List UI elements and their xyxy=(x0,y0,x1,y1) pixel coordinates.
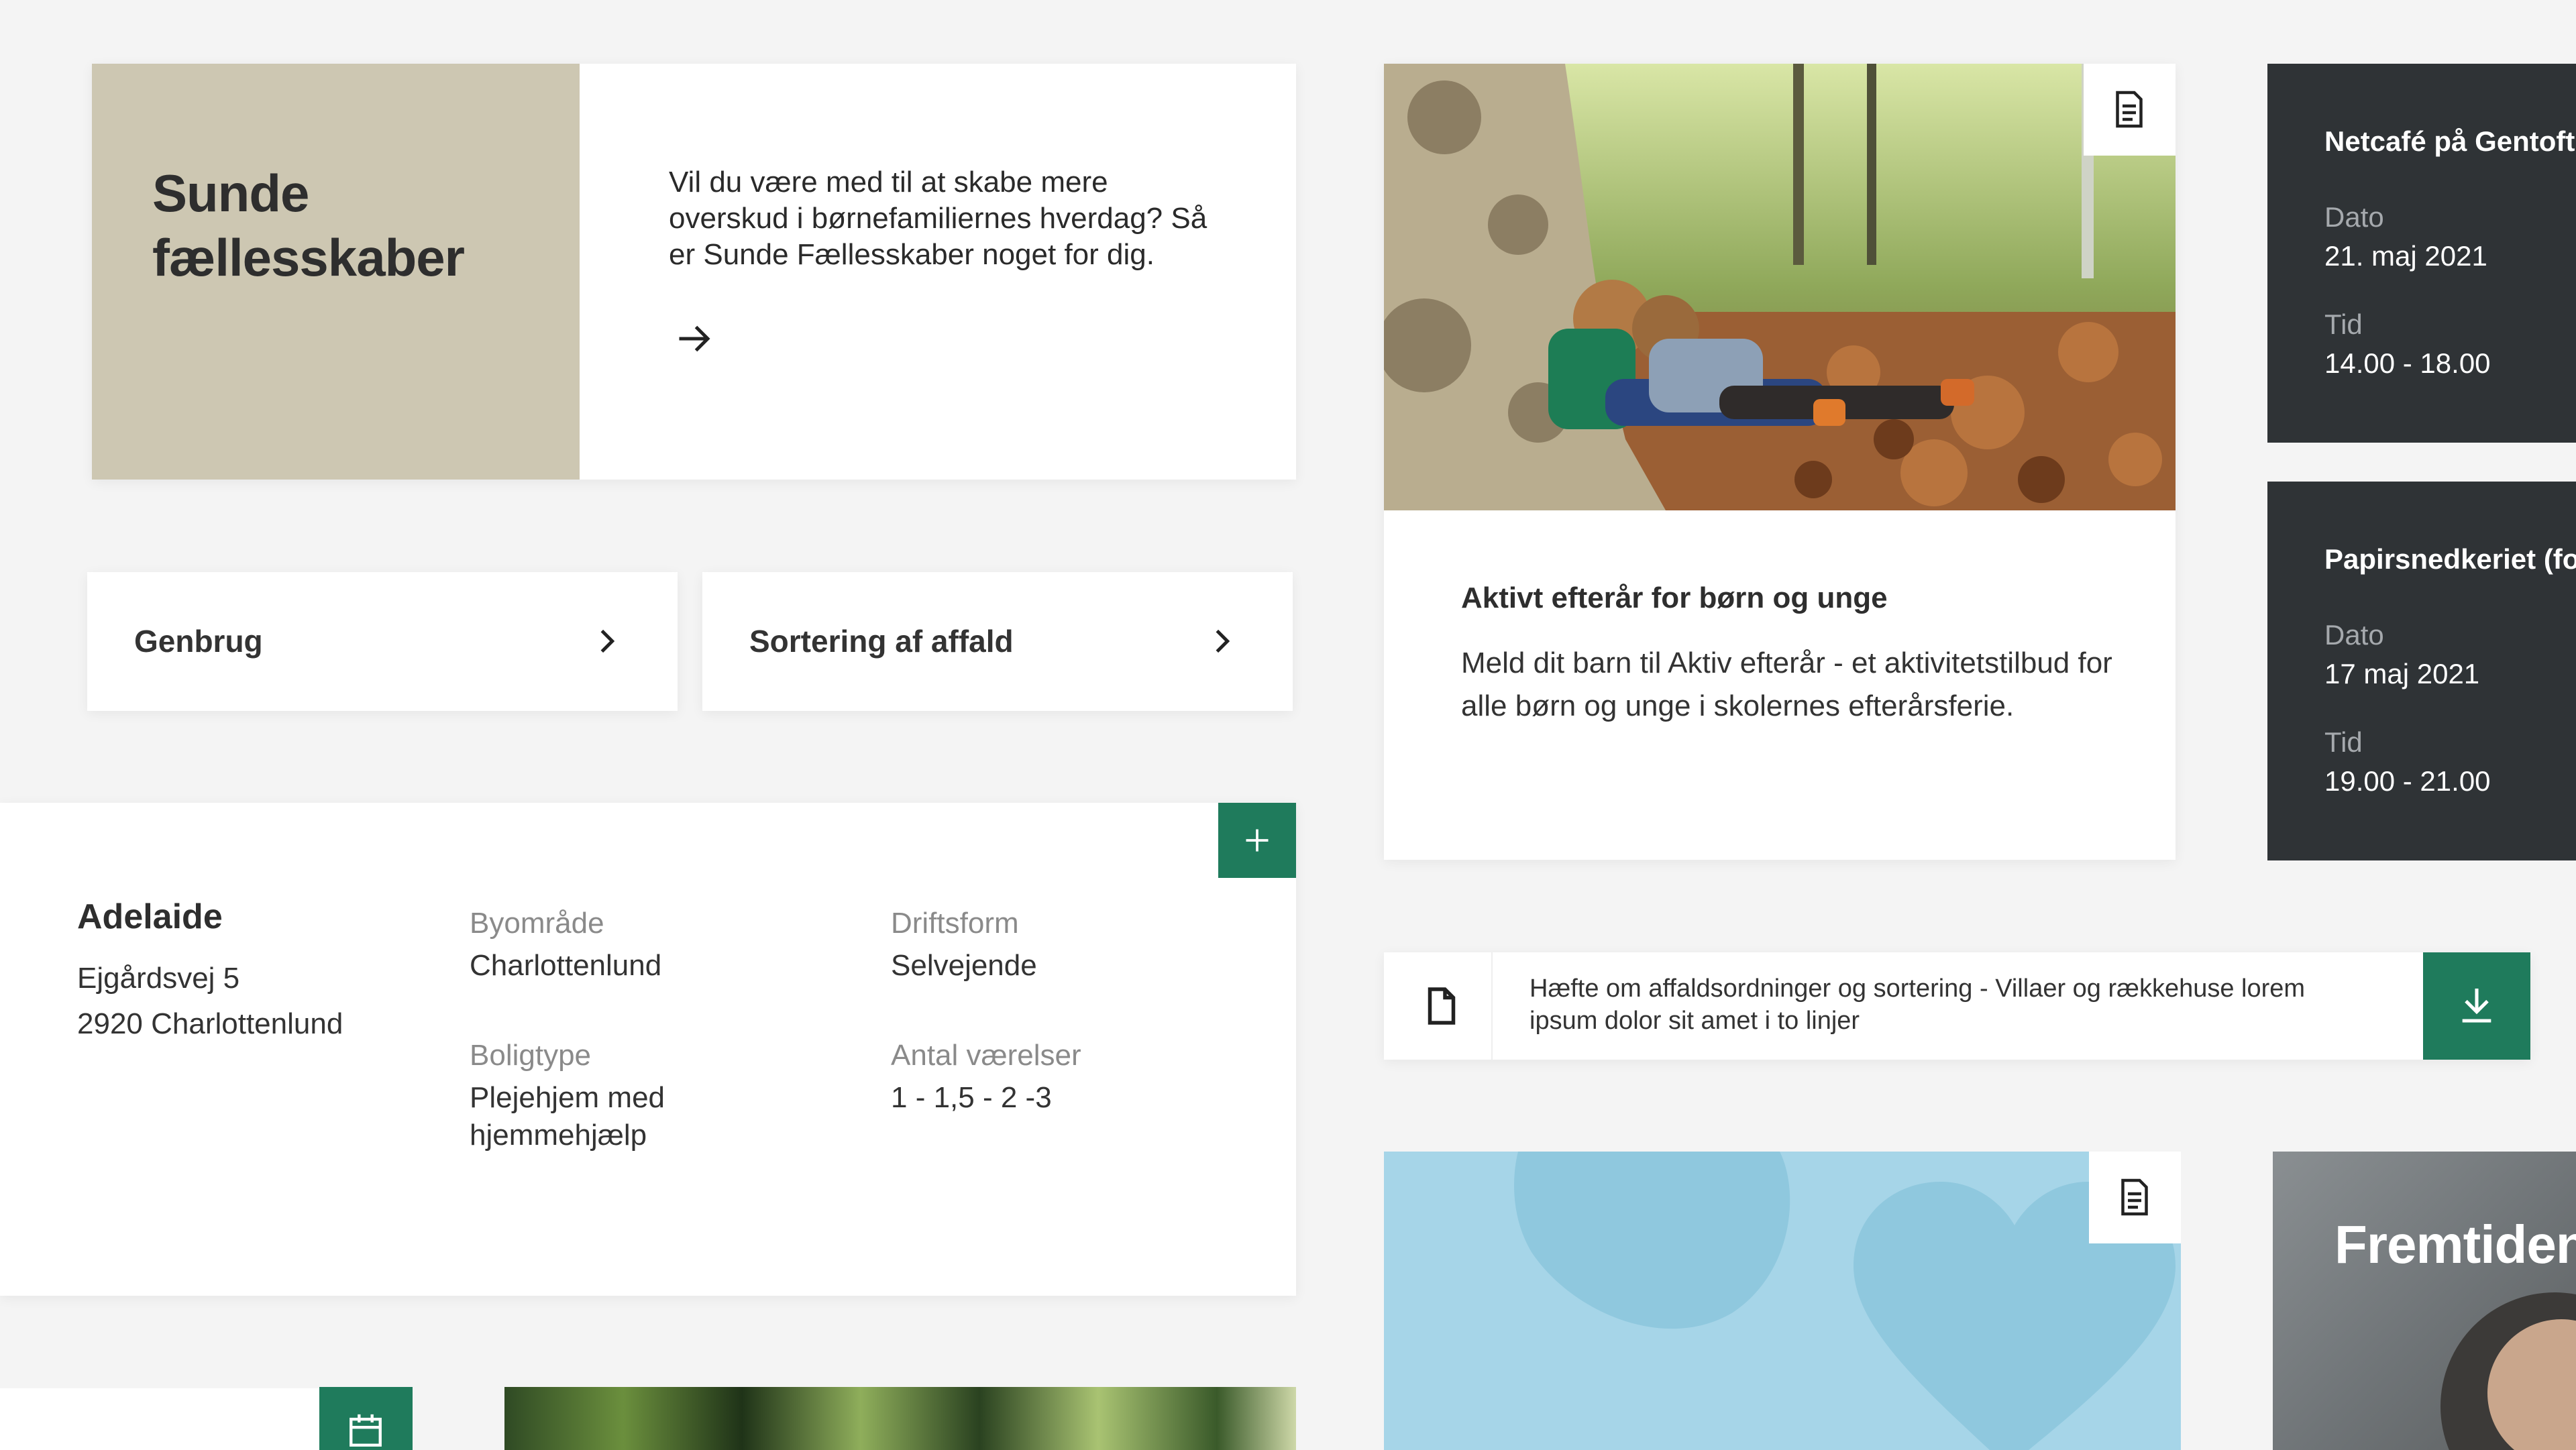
add-button[interactable] xyxy=(1218,803,1296,878)
link-card-sortering[interactable]: Sortering af affald xyxy=(702,572,1293,711)
heart-illustration xyxy=(1514,1152,2176,1450)
fremtidens-transport-card[interactable]: Fremtidens transport xyxy=(2273,1152,2576,1450)
driftsform-label: Driftsform xyxy=(891,907,1019,940)
aktivt-title: Aktivt efterår for børn og unge xyxy=(1461,581,1888,614)
event-date-label: Dato xyxy=(2324,201,2384,233)
boligtype-label: Boligtype xyxy=(470,1039,592,1072)
children-autumn-image xyxy=(1384,64,2176,510)
event-time: 14.00 - 18.00 xyxy=(2324,347,2491,379)
event-date-label: Dato xyxy=(2324,619,2384,651)
event-title: Netcafé på Gentofte Hovedbibliotek xyxy=(2324,125,2576,157)
event-time: 19.00 - 21.00 xyxy=(2324,765,2491,797)
byomraade-label: Byområde xyxy=(470,907,604,940)
document-icon xyxy=(2121,1178,2148,1216)
adelaide-city: 2920 Charlottenlund xyxy=(77,1007,343,1040)
divider xyxy=(1491,952,1493,1060)
blue-illustration-card[interactable] xyxy=(1384,1152,2181,1450)
download-button[interactable] xyxy=(2423,952,2530,1060)
fremtidens-title: Fremtidens transport xyxy=(2334,1215,2576,1274)
vaerelser-label: Antal værelser xyxy=(891,1039,1081,1072)
calendar-badge xyxy=(319,1387,413,1450)
sunde-color-panel: Sunde fællesskaber xyxy=(92,64,580,480)
sunde-title: Sunde fællesskaber xyxy=(152,164,465,287)
link-card-genbrug[interactable]: Genbrug xyxy=(87,572,678,711)
link-label: Sortering af affald xyxy=(749,624,1014,659)
event-card-papirsnedkeriet[interactable]: Papirsnedkeriet (for børn) Dato 17 maj 2… xyxy=(2267,482,2576,860)
download-description: Hæfte om affaldsordninger og sortering -… xyxy=(1529,974,2306,1035)
event-time-label: Tid xyxy=(2324,309,2363,340)
adelaide-card: Adelaide Ejgårdsvej 5 2920 Charlottenlun… xyxy=(0,803,1296,1296)
vaerelser-value: 1 - 1,5 - 2 -3 xyxy=(891,1081,1052,1114)
download-row[interactable]: Hæfte om affaldsordninger og sortering -… xyxy=(1384,952,2530,1060)
adelaide-street: Ejgårdsvej 5 xyxy=(77,962,240,995)
chevron-right-icon xyxy=(1207,626,1238,657)
byomraade-value: Charlottenlund xyxy=(470,949,662,982)
aktivt-efteraar-card[interactable]: Aktivt efterår for børn og unge Meld dit… xyxy=(1384,64,2176,860)
document-icon xyxy=(2116,91,2143,128)
event-time-label: Tid xyxy=(2324,726,2363,758)
event-date: 21. maj 2021 xyxy=(2324,240,2487,272)
document-badge xyxy=(2089,1152,2181,1243)
event-title: Papirsnedkeriet (for børn) xyxy=(2324,543,2576,575)
sunde-faellesskaber-card[interactable]: Sunde fællesskaber Vil du være med til a… xyxy=(92,64,1296,480)
link-label: Genbrug xyxy=(134,624,263,659)
adelaide-name: Adelaide xyxy=(77,897,223,936)
boligtype-value: Plejehjem med hjemmehjælp xyxy=(470,1081,665,1152)
forest-image[interactable] xyxy=(504,1387,1296,1450)
event-card-netcafe[interactable]: Netcafé på Gentofte Hovedbibliotek Dato … xyxy=(2267,64,2576,443)
file-icon xyxy=(1424,986,1459,1026)
person-photo xyxy=(2440,1292,2576,1450)
download-icon xyxy=(2462,989,2491,1023)
chevron-right-icon xyxy=(592,626,623,657)
sunde-description: Vil du være med til at skabe mere oversk… xyxy=(669,166,1208,271)
calendar-icon xyxy=(350,1414,382,1447)
driftsform-value: Selvejende xyxy=(891,949,1037,982)
plus-icon xyxy=(1246,829,1269,852)
arrow-right-icon[interactable] xyxy=(674,319,714,359)
document-badge xyxy=(2084,64,2176,156)
event-date: 17 maj 2021 xyxy=(2324,658,2480,689)
aktivt-description: Meld dit barn til Aktiv efterår - et akt… xyxy=(1461,647,2112,722)
